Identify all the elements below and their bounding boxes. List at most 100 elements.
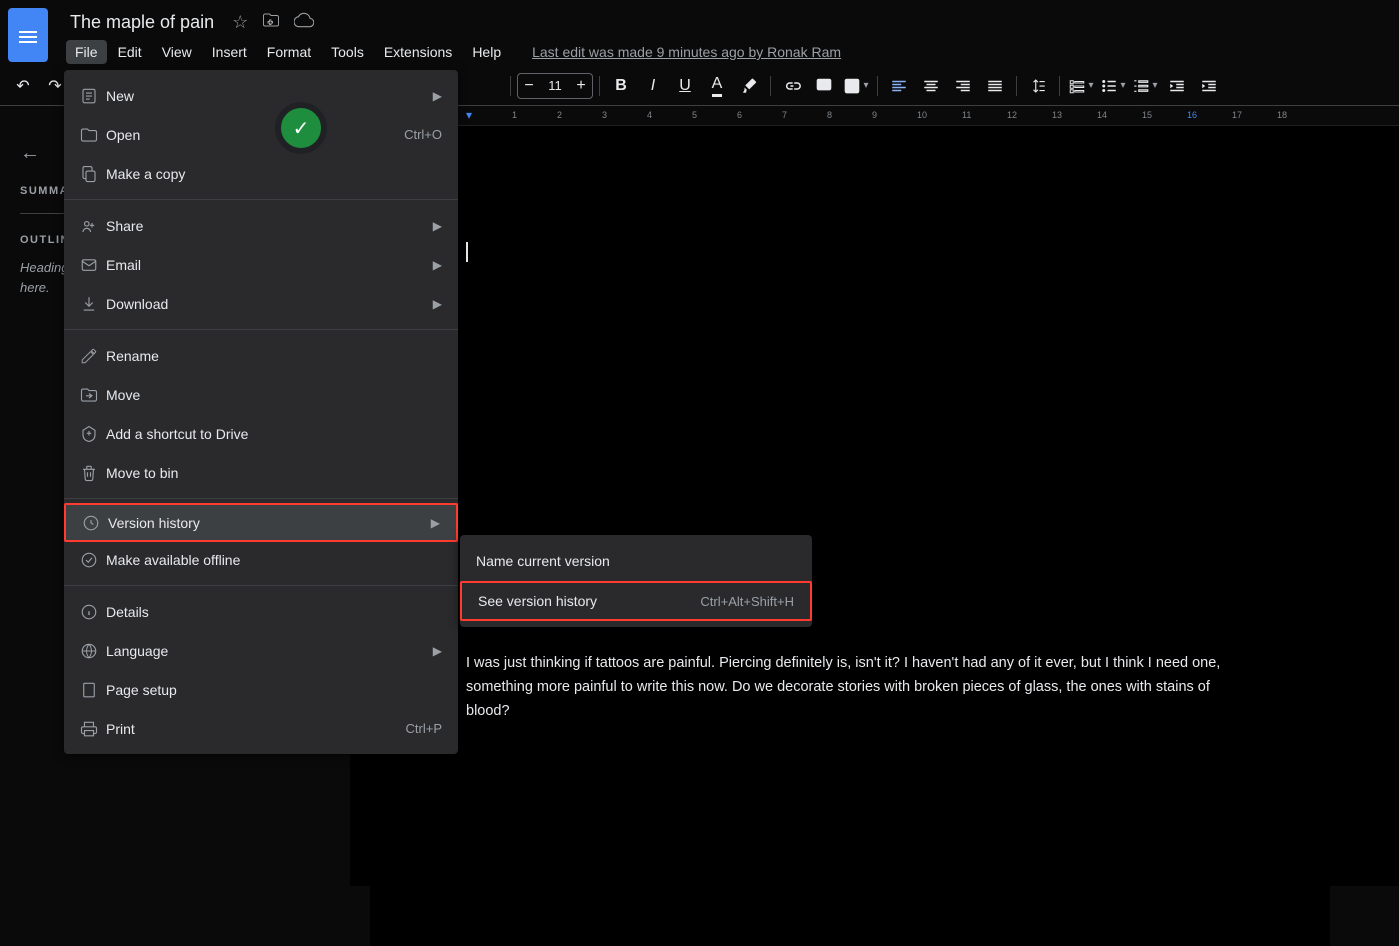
align-left-button[interactable] [884,71,914,101]
checklist-button[interactable]: ▾ [1066,71,1096,101]
menu-item-label: Download [106,296,433,312]
last-edit-link[interactable]: Last edit was made 9 minutes ago by Rona… [532,44,841,60]
submenu-arrow-icon: ▶ [433,89,442,103]
insert-link-button[interactable] [777,71,807,101]
document-title[interactable]: The maple of pain [66,10,218,35]
menu-format[interactable]: Format [258,40,320,64]
rename-icon [80,347,106,365]
file-menu-download[interactable]: Download▶ [64,284,458,323]
document-canvas[interactable]: I was just thinking if tattoos are painf… [350,126,1399,886]
file-menu-email[interactable]: Email▶ [64,245,458,284]
history-icon [82,514,108,532]
file-menu-language[interactable]: Language▶ [64,631,458,670]
share-icon [80,217,106,235]
file-menu-page-setup[interactable]: Page setup [64,670,458,709]
menu-extensions[interactable]: Extensions [375,40,461,64]
offline-icon [80,551,106,569]
folder-icon [80,126,106,144]
insert-image-button[interactable]: ▾ [841,71,871,101]
menu-item-label: Make a copy [106,166,442,182]
align-right-button[interactable] [948,71,978,101]
file-menu-rename[interactable]: Rename [64,336,458,375]
submenu-see-version-history[interactable]: See version historyCtrl+Alt+Shift+H [460,581,812,621]
menu-item-label: Make available offline [106,552,442,568]
menu-item-label: See version history [478,593,700,609]
move-icon [80,386,106,404]
menu-item-label: Move [106,387,442,403]
file-menu-move[interactable]: Move [64,375,458,414]
text-color-button[interactable]: A [702,71,732,101]
document-body-text[interactable]: I was just thinking if tattoos are painf… [466,652,1226,724]
new-icon [80,87,106,105]
page-icon [80,681,106,699]
menu-item-label: New [106,88,433,104]
file-menu-share[interactable]: Share▶ [64,206,458,245]
mail-icon [80,256,106,274]
text-cursor [466,242,468,262]
menu-edit[interactable]: Edit [109,40,151,64]
docs-logo-icon[interactable] [8,8,48,62]
file-menu-open[interactable]: OpenCtrl+O [64,115,458,154]
submenu-arrow-icon: ▶ [433,219,442,233]
submenu-arrow-icon: ▶ [433,258,442,272]
file-menu-make-a-copy[interactable]: Make a copy [64,154,458,193]
lang-icon [80,642,106,660]
italic-button[interactable]: I [638,71,668,101]
submenu-arrow-icon: ▶ [433,297,442,311]
file-menu-version-history[interactable]: Version history▶ [64,503,458,542]
menu-shortcut: Ctrl+P [406,721,442,736]
underline-button[interactable]: U [670,71,700,101]
menu-bar: File Edit View Insert Format Tools Exten… [66,38,1391,66]
download-icon [80,295,106,313]
file-menu-print[interactable]: PrintCtrl+P [64,709,458,748]
file-menu-make-available-offline[interactable]: Make available offline [64,540,458,579]
menu-item-label: Add a shortcut to Drive [106,426,442,442]
font-size-value[interactable]: 11 [540,78,570,93]
menu-item-label: Language [106,643,433,659]
increase-indent-button[interactable] [1194,71,1224,101]
cloud-status-icon[interactable] [294,10,314,35]
menu-insert[interactable]: Insert [203,40,256,64]
line-spacing-button[interactable] [1023,71,1053,101]
add-comment-button[interactable] [809,71,839,101]
menu-file[interactable]: File [66,40,107,64]
file-menu-move-to-bin[interactable]: Move to bin [64,453,458,492]
file-menu-new[interactable]: New▶ [64,76,458,115]
file-menu-details[interactable]: Details [64,592,458,631]
menu-shortcut: Ctrl+Alt+Shift+H [700,594,794,609]
menu-item-label: Page setup [106,682,442,698]
undo-button[interactable]: ↶ [8,71,38,101]
success-check-icon: ✓ [275,102,327,154]
menu-view[interactable]: View [153,40,201,64]
menu-item-label: Details [106,604,442,620]
move-folder-icon[interactable] [262,11,280,34]
horizontal-ruler[interactable]: ▾ 1 2 3 4 5 6 7 8 9 10 11 12 13 14 15 16… [350,106,1399,126]
bulleted-list-button[interactable]: ▾ [1098,71,1128,101]
menu-tools[interactable]: Tools [322,40,373,64]
menu-item-label: Share [106,218,433,234]
font-size-increase-button[interactable]: + [570,77,592,95]
numbered-list-button[interactable]: ▾ [1130,71,1160,101]
file-menu-add-a-shortcut-to-drive[interactable]: Add a shortcut to Drive [64,414,458,453]
menu-item-label: Name current version [476,553,796,569]
submenu-arrow-icon: ▶ [431,516,440,530]
trash-icon [80,464,106,482]
align-center-button[interactable] [916,71,946,101]
menu-item-label: Version history [108,515,431,531]
font-size-decrease-button[interactable]: − [518,77,540,95]
indent-marker-icon[interactable]: ▾ [466,108,472,122]
bold-button[interactable]: B [606,71,636,101]
decrease-indent-button[interactable] [1162,71,1192,101]
copy-icon [80,165,106,183]
align-justify-button[interactable] [980,71,1010,101]
star-icon[interactable]: ☆ [232,12,248,33]
font-size-box: − 11 + [517,73,593,99]
submenu-name-current-version[interactable]: Name current version [460,541,812,581]
menu-item-label: Print [106,721,406,737]
menu-item-label: Rename [106,348,442,364]
submenu-arrow-icon: ▶ [433,644,442,658]
menu-help[interactable]: Help [463,40,510,64]
file-menu-dropdown: New▶OpenCtrl+OMake a copyShare▶Email▶Dow… [64,70,458,754]
highlight-button[interactable] [734,71,764,101]
print-icon [80,720,106,738]
